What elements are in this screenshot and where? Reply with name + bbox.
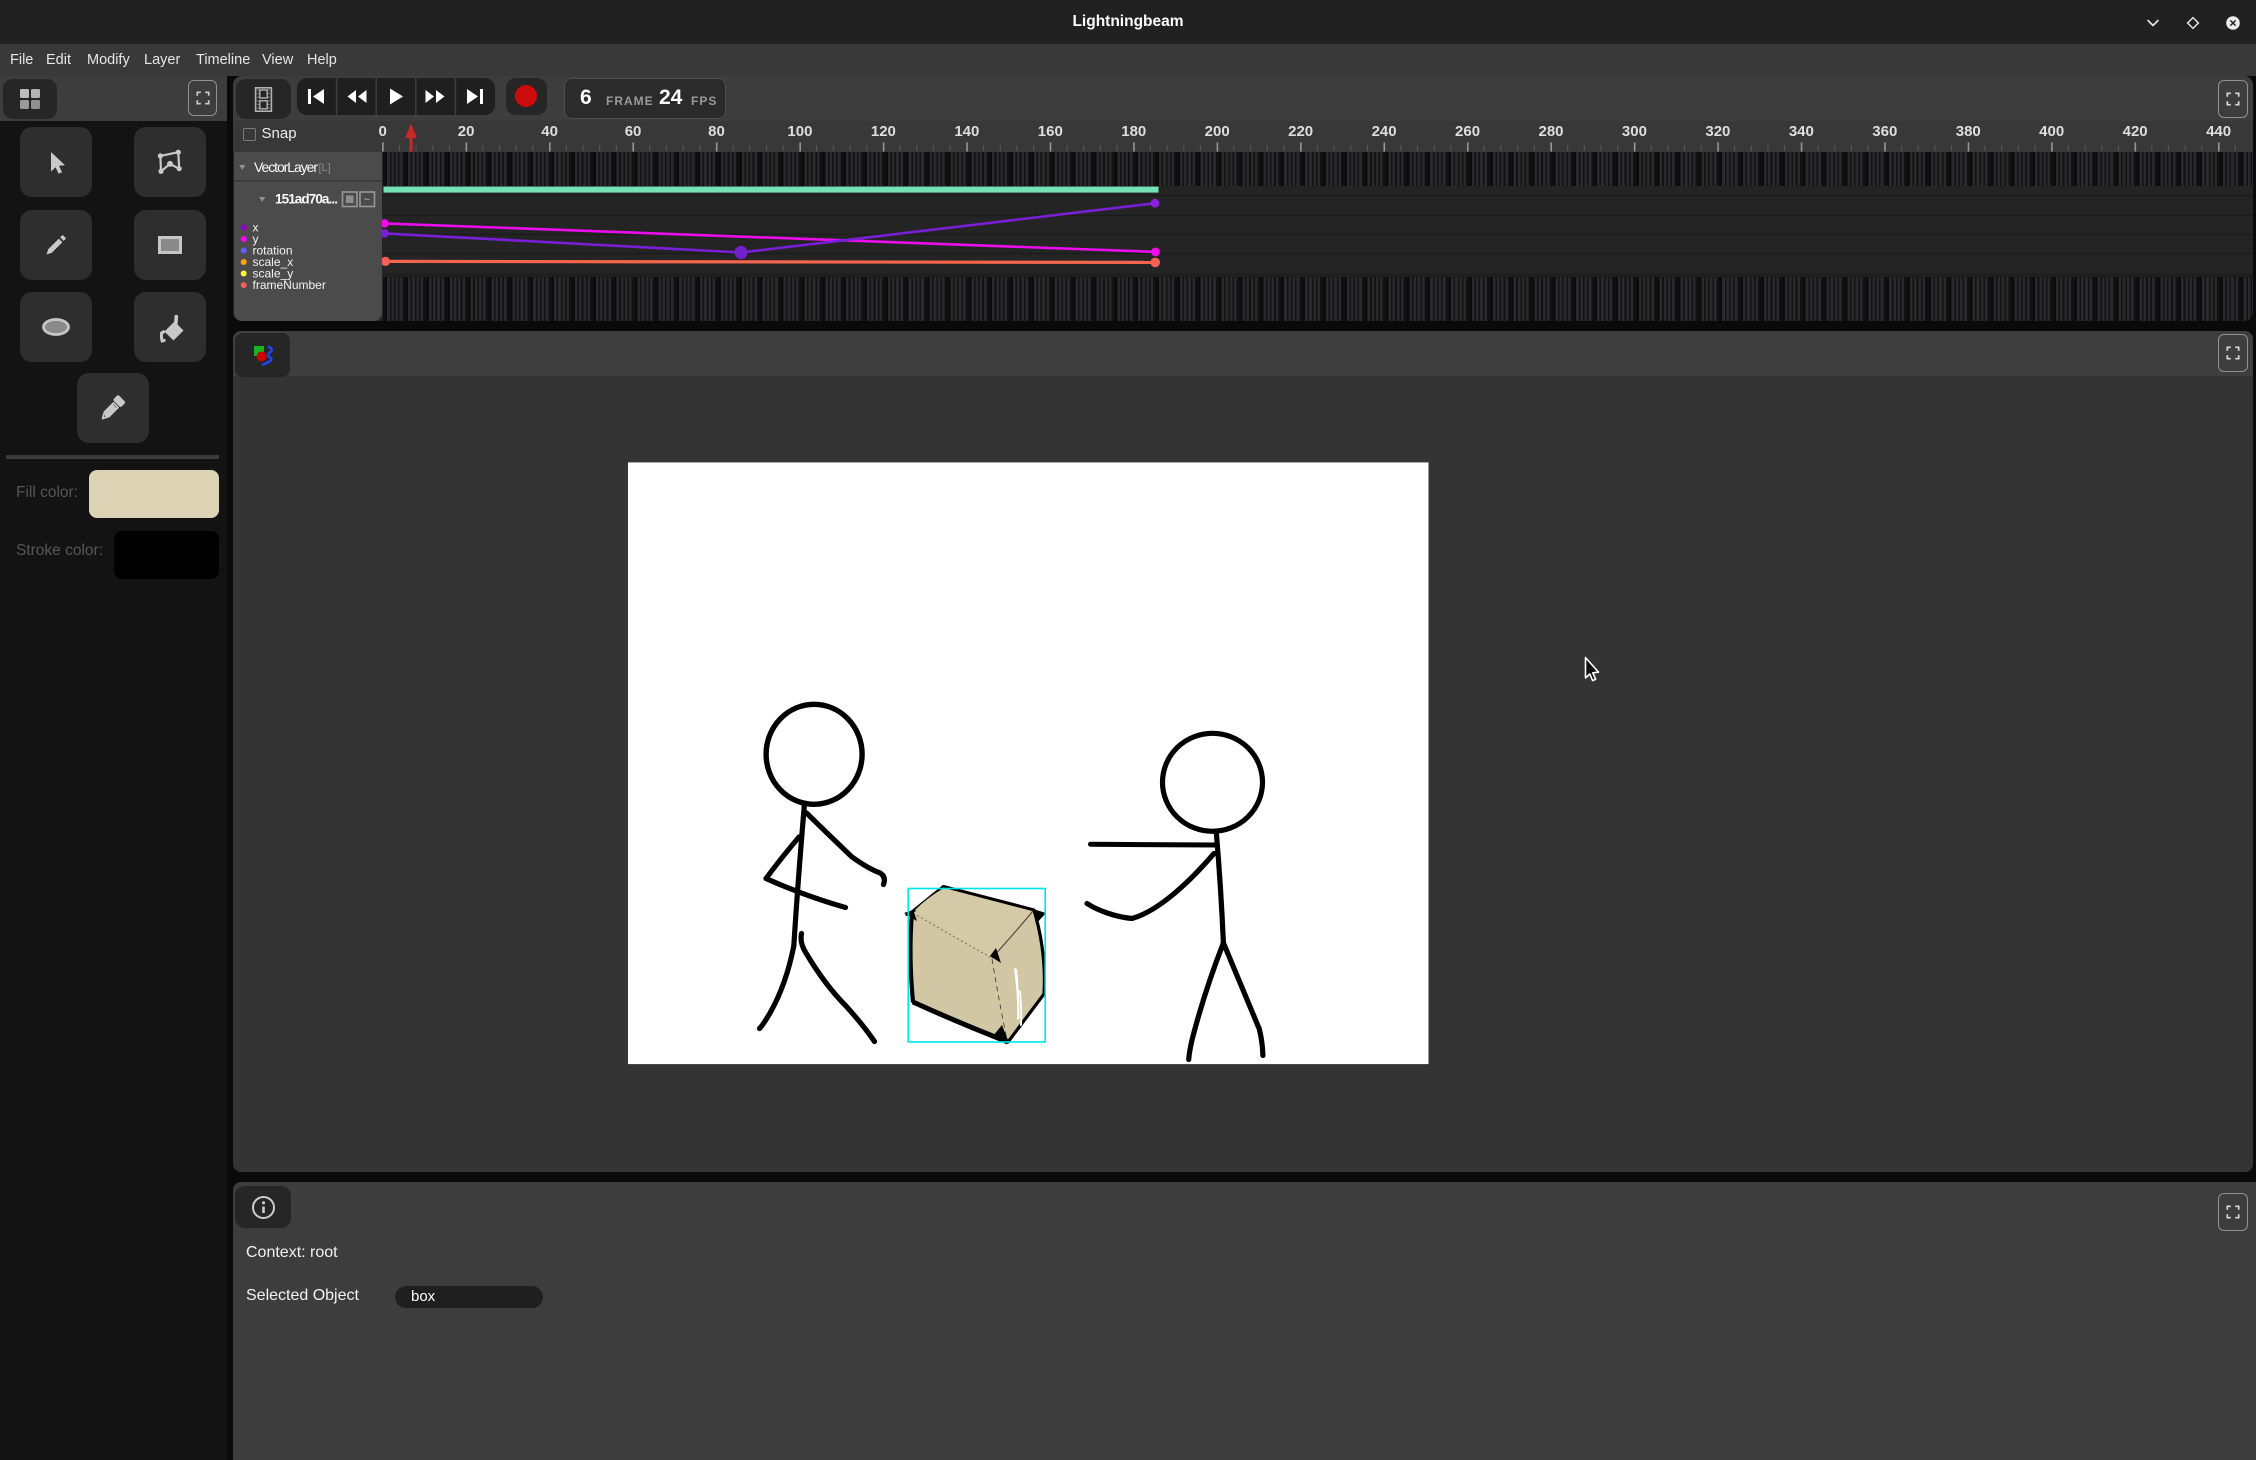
svg-text:80: 80 [708,123,725,140]
svg-text:180: 180 [1121,123,1146,140]
svg-text:340: 340 [1789,123,1814,140]
svg-text:300: 300 [1622,123,1647,140]
svg-text:151ad70a...: 151ad70a... [275,192,338,207]
svg-text:140: 140 [954,123,979,140]
svg-text:0: 0 [379,123,387,140]
svg-text:360: 360 [1872,123,1897,140]
svg-text:260: 260 [1455,123,1480,140]
svg-text:40: 40 [541,123,558,140]
svg-text:320: 320 [1705,123,1730,140]
svg-text:400: 400 [2039,123,2064,140]
svg-text:60: 60 [625,123,642,140]
svg-text:440: 440 [2206,123,2231,140]
svg-text:20: 20 [458,123,475,140]
svg-text:200: 200 [1205,123,1230,140]
svg-text:120: 120 [871,123,896,140]
svg-text:160: 160 [1038,123,1063,140]
svg-text:~: ~ [363,194,369,206]
svg-text:[L]: [L] [318,162,330,174]
svg-text:frameNumber: frameNumber [252,278,325,292]
svg-text:240: 240 [1372,123,1397,140]
svg-text:280: 280 [1538,123,1563,140]
svg-text:380: 380 [1956,123,1981,140]
svg-text:220: 220 [1288,123,1313,140]
svg-text:VectorLayer: VectorLayer [254,159,318,175]
svg-text:420: 420 [2123,123,2148,140]
svg-text:100: 100 [787,123,812,140]
